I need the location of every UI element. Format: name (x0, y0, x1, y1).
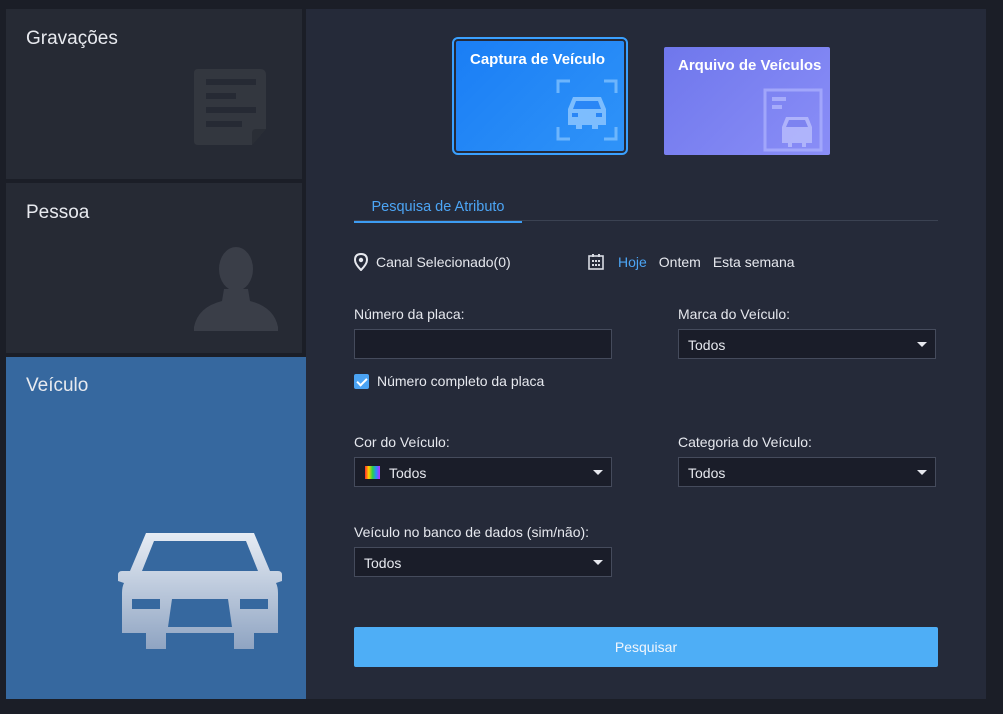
calendar-icon[interactable] (588, 254, 604, 270)
in-database-select[interactable]: Todos (354, 547, 612, 577)
vehicle-file-icon (763, 88, 823, 152)
car-scan-icon (556, 79, 618, 141)
search-button[interactable]: Pesquisar (354, 627, 938, 667)
color-select[interactable]: Todos (354, 457, 612, 487)
sidebar-item-label: Pessoa (26, 202, 90, 223)
main-panel: Captura de Veículo Arquivo de Veículos P… (306, 9, 986, 699)
brand-select-value: Todos (688, 337, 726, 353)
plate-number-label: Número da placa: (354, 306, 465, 322)
category-label: Categoria do Veículo: (678, 434, 812, 450)
vehicle-capture-label: Captura de Veículo (470, 51, 606, 68)
in-database-select-value: Todos (364, 555, 402, 571)
date-option-today[interactable]: Hoje (618, 254, 647, 270)
selected-channel-label: Canal Selecionado(0) (376, 254, 511, 270)
date-option-yesterday[interactable]: Ontem (659, 254, 701, 270)
date-option-this-week[interactable]: Esta semana (713, 254, 795, 270)
sidebar-item-gravacoes[interactable]: Gravações (6, 9, 302, 179)
full-plate-checkbox[interactable] (354, 373, 369, 389)
color-palette-icon (365, 466, 380, 479)
sidebar-item-veiculo[interactable]: Veículo (6, 357, 306, 699)
brand-select[interactable]: Todos (678, 329, 936, 359)
date-filter: Hoje Ontem Esta semana (588, 253, 795, 271)
tab-attribute-search[interactable]: Pesquisa de Atributo (354, 199, 522, 223)
sidebar-item-label: Gravações (26, 28, 118, 49)
color-label: Cor do Veículo: (354, 434, 450, 450)
in-database-label: Veículo no banco de dados (sim/não): (354, 524, 590, 540)
channel-selector[interactable]: Canal Selecionado(0) (354, 253, 511, 271)
chevron-down-icon (593, 470, 603, 475)
document-icon (194, 69, 266, 145)
vehicle-archive-label: Arquivo de Veículos (678, 57, 822, 74)
category-select[interactable]: Todos (678, 457, 936, 487)
chevron-down-icon (593, 560, 603, 565)
sidebar-item-label: Veículo (26, 375, 89, 396)
sidebar: Gravações Pessoa Veículo (6, 9, 306, 699)
plate-number-input[interactable] (354, 329, 612, 359)
color-select-value: Todos (389, 465, 427, 481)
category-select-value: Todos (688, 465, 726, 481)
chevron-down-icon (917, 342, 927, 347)
location-pin-icon (354, 253, 368, 271)
car-icon (118, 533, 282, 649)
vehicle-capture-button[interactable]: Captura de Veículo (452, 37, 628, 155)
full-plate-label: Número completo da placa (377, 373, 545, 389)
brand-label: Marca do Veículo: (678, 306, 791, 322)
sidebar-item-pessoa[interactable]: Pessoa (6, 183, 302, 353)
chevron-down-icon (917, 470, 927, 475)
vehicle-archive-button[interactable]: Arquivo de Veículos (664, 47, 830, 155)
person-icon (194, 247, 278, 331)
full-plate-checkbox-row[interactable]: Número completo da placa (354, 373, 544, 389)
